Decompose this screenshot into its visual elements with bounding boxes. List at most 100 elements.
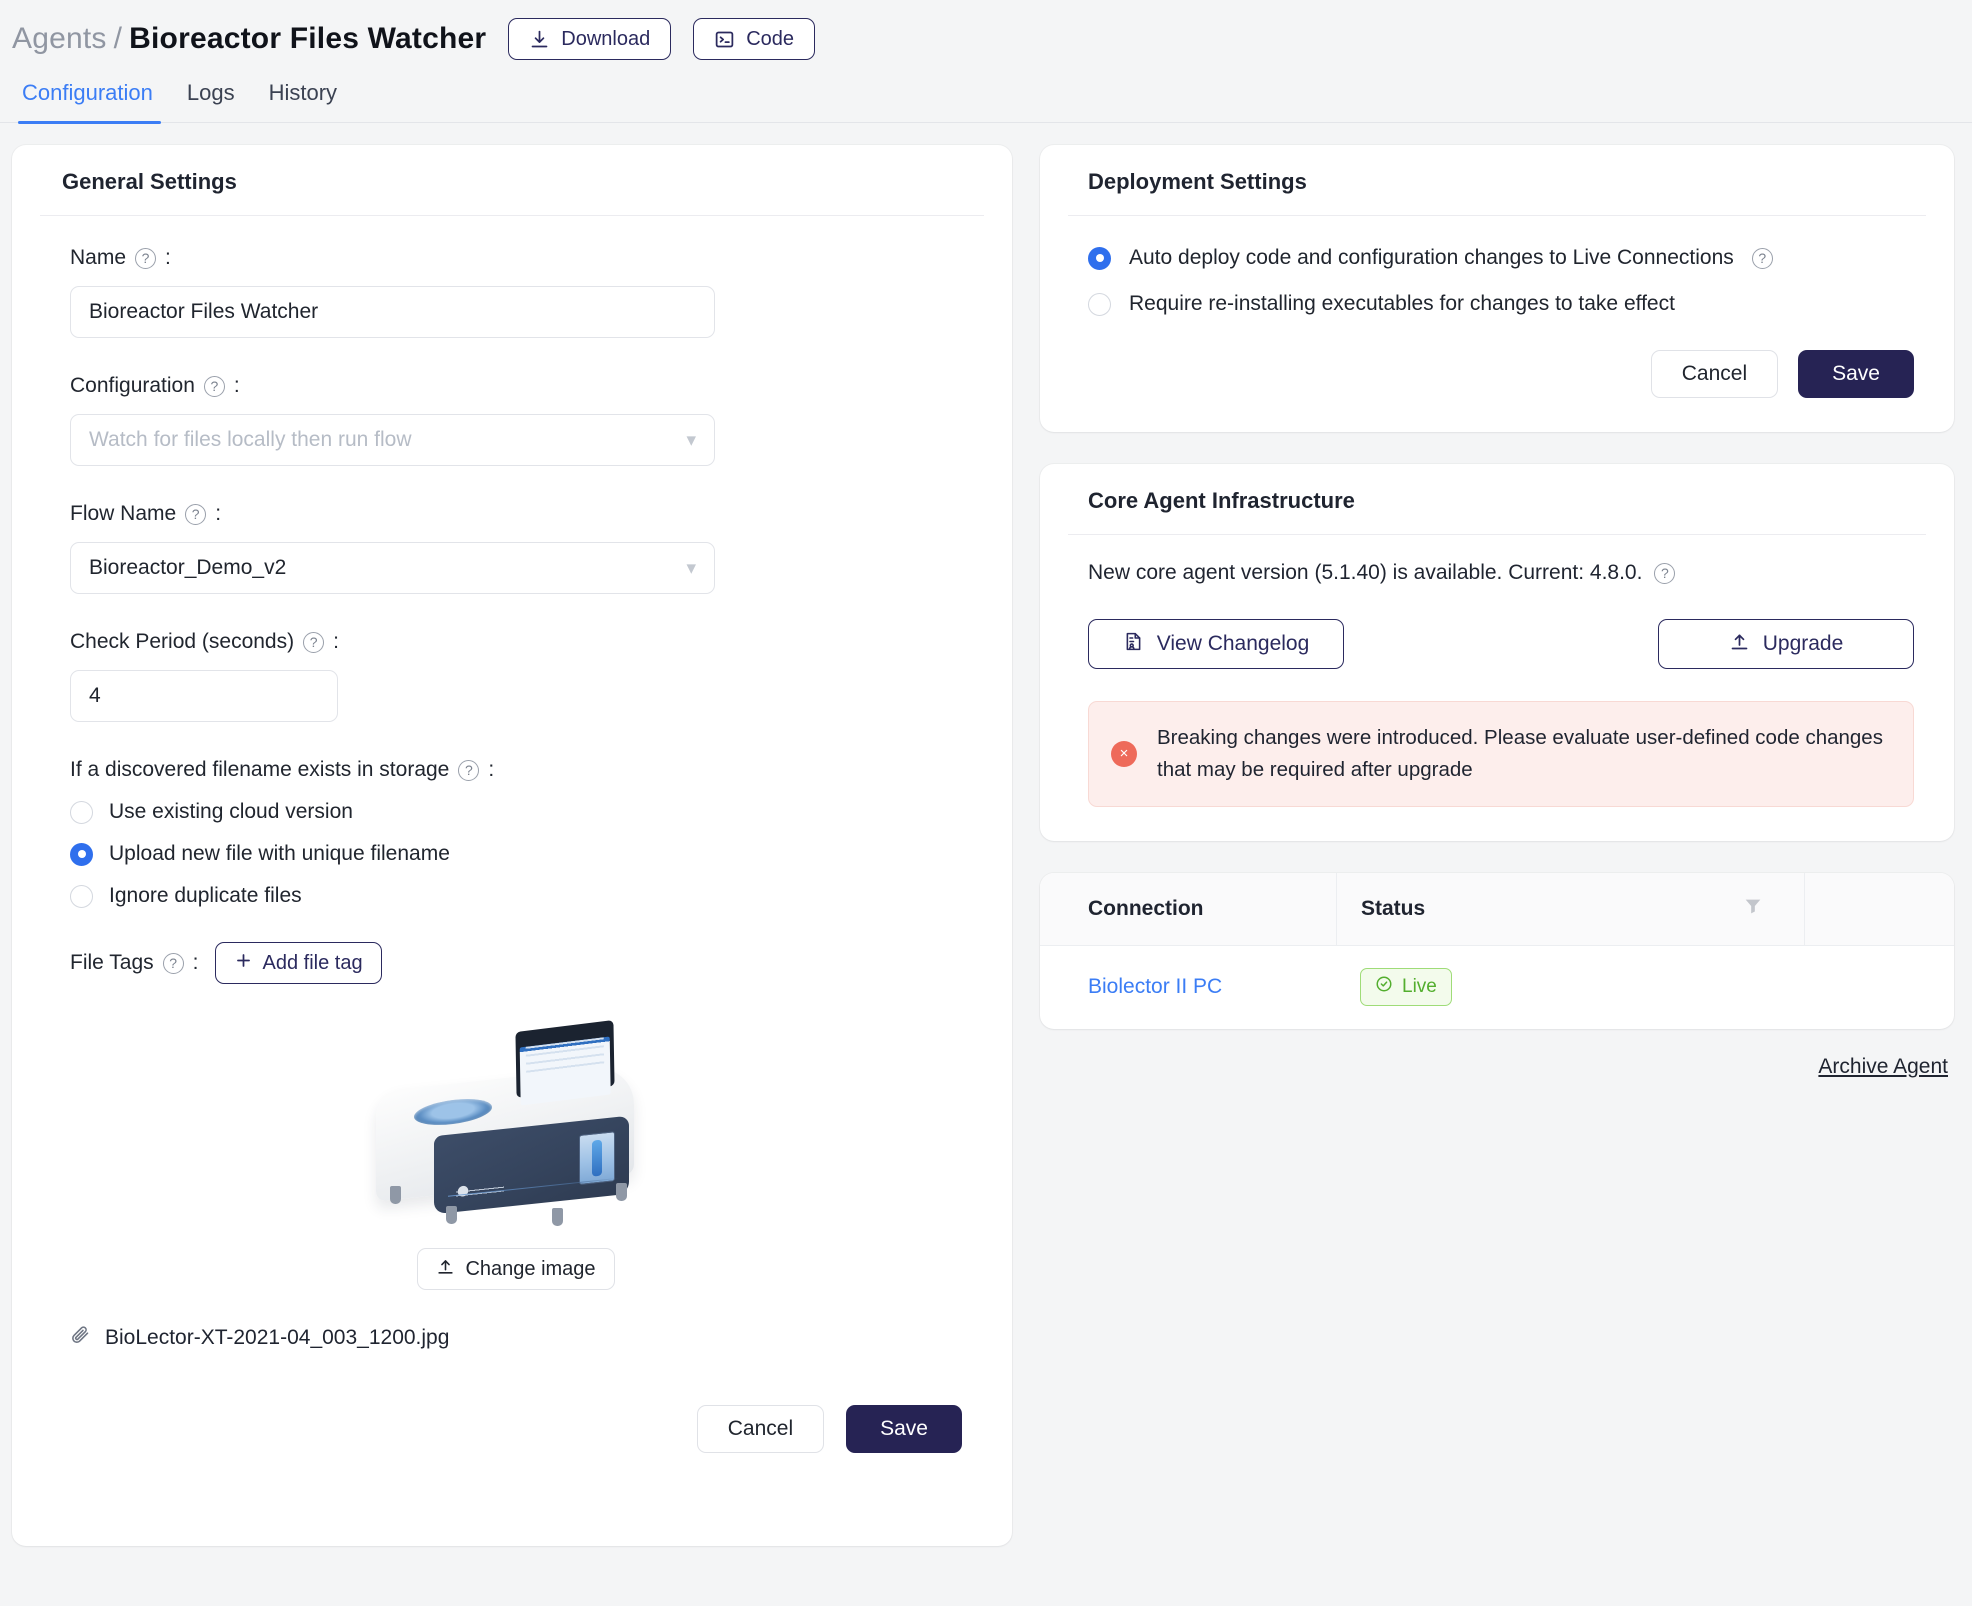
core-agent-title: Core Agent Infrastructure	[1088, 488, 1355, 513]
code-button[interactable]: Code	[693, 18, 816, 60]
radio-label: Ignore duplicate files	[109, 884, 302, 907]
image-filename: BioLector-XT-2021-04_003_1200.jpg	[105, 1325, 450, 1349]
help-icon[interactable]: ?	[135, 247, 157, 269]
help-icon[interactable]: ?	[458, 759, 480, 781]
deployment-settings-body: Auto deploy code and configuration chang…	[1040, 216, 1954, 432]
check-period-input[interactable]: 4	[70, 670, 338, 722]
device-foot	[390, 1186, 401, 1204]
name-input-value: Bioreactor Files Watcher	[89, 300, 319, 323]
radio-auto-deploy[interactable]: Auto deploy code and configuration chang…	[1088, 246, 1914, 270]
colon: :	[192, 951, 199, 974]
main-content: General Settings Name ? : Bioreactor Fil…	[0, 123, 1972, 1546]
file-tags-label-row: File Tags ? :	[70, 951, 199, 975]
core-version-text: New core agent version (5.1.40) is avail…	[1088, 561, 1643, 584]
radio-icon	[70, 884, 93, 908]
colon: :	[165, 246, 171, 269]
help-icon[interactable]: ?	[303, 631, 325, 653]
configuration-label: Configuration	[70, 374, 195, 397]
connections-table: Connection Status Biolector II PC Live	[1040, 872, 1954, 1029]
file-tags-label: File Tags	[70, 951, 154, 974]
radio-require-reinstall[interactable]: Require re-installing executables for ch…	[1088, 292, 1914, 316]
breadcrumb-separator: /	[113, 22, 123, 55]
plus-icon	[234, 951, 253, 976]
status-badge-label: Live	[1402, 976, 1437, 998]
view-changelog-button[interactable]: View Changelog	[1088, 619, 1344, 669]
flow-name-select-value: Bioreactor_Demo_v2	[89, 556, 287, 579]
column-header-status-label: Status	[1361, 896, 1426, 920]
download-icon	[529, 29, 550, 50]
status-badge: Live	[1360, 968, 1452, 1007]
error-icon: ×	[1111, 740, 1137, 767]
upgrade-button[interactable]: Upgrade	[1658, 619, 1914, 669]
general-settings-title: General Settings	[62, 169, 237, 194]
radio-use-existing-cloud-version[interactable]: Use existing cloud version	[70, 800, 962, 824]
help-icon[interactable]: ?	[162, 952, 184, 974]
general-settings-actions: Cancel Save	[70, 1405, 962, 1453]
device-foot	[616, 1183, 627, 1201]
agent-image-section: Change image	[70, 1020, 962, 1290]
radio-upload-new-file[interactable]: Upload new file with unique filename	[70, 842, 962, 866]
radio-label: Use existing cloud version	[109, 800, 353, 823]
colon: :	[488, 758, 495, 781]
deployment-save-button[interactable]: Save	[1798, 350, 1914, 398]
download-button[interactable]: Download	[508, 18, 672, 60]
terminal-icon	[714, 29, 735, 50]
device-window	[579, 1131, 615, 1186]
device-foot	[552, 1208, 563, 1226]
duplicate-policy-label-row: If a discovered filename exists in stora…	[70, 758, 962, 782]
core-agent-actions: View Changelog Upgrade	[1088, 619, 1914, 669]
help-icon[interactable]: ?	[203, 375, 225, 397]
filter-icon[interactable]	[1742, 895, 1764, 923]
tab-history[interactable]: History	[257, 80, 359, 122]
connection-link[interactable]: Biolector II PC	[1040, 975, 1336, 999]
code-label: Code	[746, 27, 795, 50]
upgrade-icon	[1729, 631, 1750, 658]
breadcrumb-parent[interactable]: Agents	[12, 22, 107, 55]
core-agent-card: Core Agent Infrastructure New core agent…	[1040, 464, 1954, 841]
tab-configuration[interactable]: Configuration	[10, 80, 175, 124]
file-tags-row: File Tags ? : Add file tag	[70, 942, 962, 984]
upload-icon	[436, 1257, 455, 1282]
flow-name-label-row: Flow Name ? :	[70, 502, 962, 526]
tab-logs[interactable]: Logs	[175, 80, 257, 122]
change-image-label: Change image	[465, 1257, 596, 1280]
duplicate-policy-label: If a discovered filename exists in stora…	[70, 758, 450, 781]
cancel-button[interactable]: Cancel	[696, 1405, 825, 1453]
name-label-row: Name ? :	[70, 246, 962, 270]
column-header-spacer	[1804, 872, 1954, 945]
name-input[interactable]: Bioreactor Files Watcher	[70, 286, 715, 338]
alert-message: Breaking changes were introduced. Please…	[1157, 726, 1883, 781]
core-agent-body: New core agent version (5.1.40) is avail…	[1040, 535, 1954, 841]
check-period-label-row: Check Period (seconds) ? :	[70, 630, 962, 654]
help-icon[interactable]: ?	[1654, 562, 1676, 584]
radio-ignore-duplicate-files[interactable]: Ignore duplicate files	[70, 884, 962, 908]
view-changelog-label: View Changelog	[1156, 632, 1310, 655]
radio-icon-selected	[70, 842, 93, 866]
breadcrumb-row: Agents / Bioreactor Files Watcher Download…	[0, 18, 1972, 60]
radio-label: Auto deploy code and configuration chang…	[1129, 246, 1734, 269]
bioreactor-device-image	[366, 1020, 666, 1230]
help-icon[interactable]: ?	[1751, 247, 1773, 269]
device-foot	[446, 1206, 457, 1224]
page-header: Agents / Bioreactor Files Watcher Download…	[0, 0, 1972, 124]
help-icon[interactable]: ?	[185, 503, 207, 525]
general-settings-card: General Settings Name ? : Bioreactor Fil…	[12, 145, 1012, 1546]
paperclip-icon	[70, 1324, 91, 1351]
right-column: Deployment Settings Auto deploy code and…	[1012, 145, 1954, 1546]
left-column: General Settings Name ? : Bioreactor Fil…	[12, 145, 1012, 1546]
add-file-tag-button[interactable]: Add file tag	[214, 942, 382, 984]
archive-agent-link[interactable]: Archive Agent	[1040, 1055, 1954, 1079]
breaking-changes-alert: × Breaking changes were introduced. Plea…	[1088, 701, 1914, 807]
page-title: Bioreactor Files Watcher	[129, 22, 487, 55]
chevron-down-icon: ▾	[686, 557, 696, 579]
table-header: Connection Status	[1040, 872, 1954, 945]
upgrade-label: Upgrade	[1762, 632, 1844, 655]
save-button[interactable]: Save	[846, 1405, 962, 1453]
deployment-cancel-button[interactable]: Cancel	[1650, 350, 1779, 398]
chevron-down-icon: ▾	[686, 429, 696, 451]
tab-bar: Configuration Logs History	[0, 60, 1972, 124]
colon: :	[333, 630, 339, 653]
flow-name-select[interactable]: Bioreactor_Demo_v2 ▾	[70, 542, 715, 594]
configuration-select[interactable]: Watch for files locally then run flow ▾	[70, 414, 715, 466]
change-image-button[interactable]: Change image	[417, 1248, 615, 1290]
